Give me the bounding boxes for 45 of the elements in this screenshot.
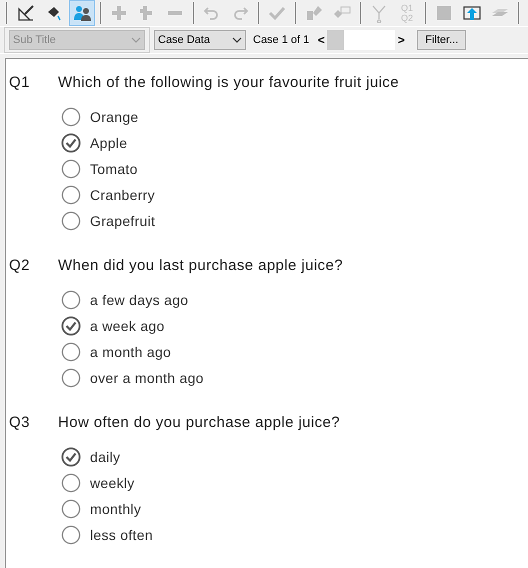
question-number: Q1: [9, 72, 31, 93]
radio-option[interactable]: a few days ago: [61, 287, 528, 313]
radio-option[interactable]: Tomato: [61, 156, 528, 182]
radio-option[interactable]: weekly: [61, 470, 528, 496]
radio-option[interactable]: over a month ago: [61, 365, 528, 391]
radio-option[interactable]: Grapefruit: [61, 208, 528, 234]
radio-icon[interactable]: [61, 185, 81, 205]
radio-icon[interactable]: [61, 525, 81, 545]
question-text: How often do you purchase apple juice?: [58, 412, 340, 433]
radio-icon[interactable]: [61, 159, 81, 179]
minus-icon: [168, 11, 182, 15]
filter-button[interactable]: Filter...: [417, 30, 466, 50]
next-button[interactable]: >: [395, 31, 408, 49]
question-number: Q3: [9, 412, 31, 433]
toolbar-button[interactable]: [69, 0, 95, 26]
checked-radio-icon[interactable]: [61, 316, 81, 336]
radio-option[interactable]: Orange: [61, 104, 528, 130]
checked-radio-icon[interactable]: [61, 133, 81, 153]
radio-icon[interactable]: [61, 107, 81, 127]
case-counter: Case 1 of 1: [253, 32, 310, 48]
people-icon: [72, 3, 92, 23]
radio-icon[interactable]: [61, 368, 81, 388]
radio-icon[interactable]: [61, 290, 81, 310]
radio-icon[interactable]: [61, 211, 81, 231]
radio-option[interactable]: daily: [61, 444, 528, 470]
radio-option[interactable]: less often: [61, 522, 528, 548]
previous-button[interactable]: <: [315, 31, 328, 49]
radio-option[interactable]: a month ago: [61, 339, 528, 365]
radio-icon[interactable]: [61, 499, 81, 519]
checked-radio-icon[interactable]: [61, 447, 81, 467]
question-text: When did you last purchase apple juice?: [58, 256, 343, 276]
radio-option[interactable]: Cranberry: [61, 182, 528, 208]
radio-option[interactable]: a week ago: [61, 313, 528, 339]
radio-option[interactable]: Apple: [61, 130, 528, 156]
radio-icon[interactable]: [61, 342, 81, 362]
case-select[interactable]: Case Data: [154, 30, 246, 50]
radio-option[interactable]: monthly: [61, 496, 528, 522]
plus-icon: [109, 3, 129, 23]
ruler-pencil-icon: [16, 3, 36, 23]
question-text: Which of the following is your favourite fruit juice: [58, 72, 399, 93]
radio-icon[interactable]: [61, 473, 81, 493]
caret-icon: [131, 37, 141, 43]
question-number: Q2: [9, 256, 31, 276]
caret-icon: [232, 37, 242, 43]
scroll-thumb[interactable]: [327, 30, 344, 50]
